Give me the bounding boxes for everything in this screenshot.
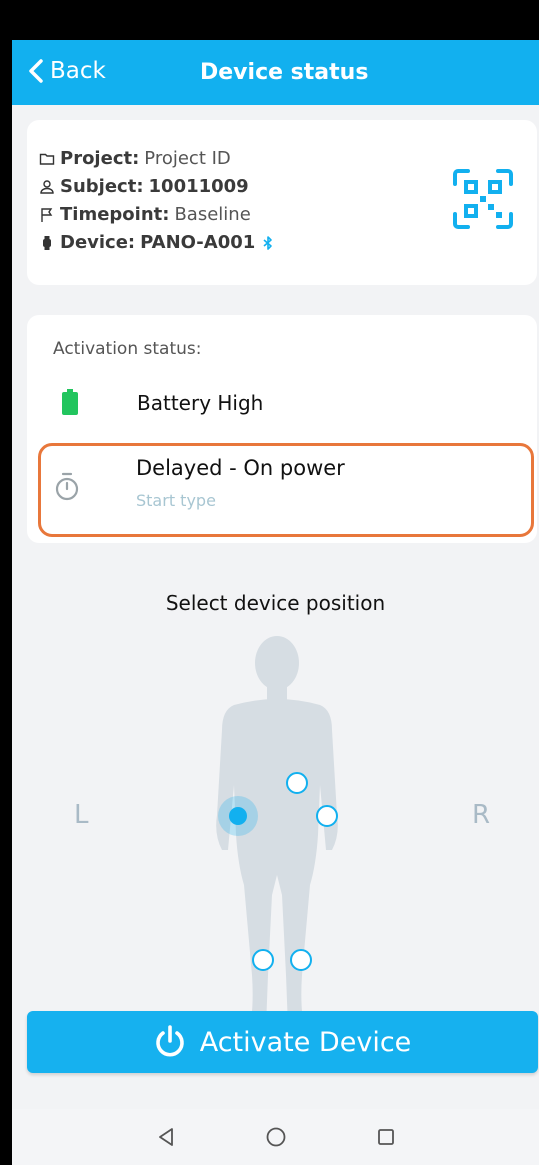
activation-status-label: Activation status: [53, 339, 202, 359]
timer-icon [55, 472, 79, 501]
subject-row: Subject: 10011009 [39, 176, 249, 197]
position-point-right-ankle[interactable] [290, 949, 312, 971]
device-row: Device: PANO-A001 [39, 232, 276, 253]
app-screen: Back Device status Project: Project ID S… [12, 40, 539, 1165]
project-row: Project: Project ID [39, 148, 231, 169]
start-type-label: Start type [136, 491, 216, 510]
bluetooth-icon [263, 235, 273, 250]
nav-back-icon[interactable] [155, 1126, 177, 1148]
position-point-right-wrist[interactable] [316, 805, 338, 827]
nav-recents-icon[interactable] [375, 1126, 397, 1148]
selected-dot [229, 807, 247, 825]
start-type-value: Delayed - On power [136, 456, 345, 480]
select-position-title: Select device position [165, 591, 386, 615]
position-point-left-wrist-selected[interactable] [218, 796, 258, 836]
back-button[interactable]: Back [26, 58, 106, 84]
power-icon [155, 1025, 184, 1057]
qr-code-icon[interactable] [452, 168, 514, 230]
watch-icon [43, 235, 51, 250]
battery-status-text: Battery High [137, 391, 264, 415]
timepoint-value: Baseline [174, 204, 251, 225]
project-value: Project ID [144, 148, 231, 169]
position-point-upper-right[interactable] [286, 772, 308, 794]
body-silhouette [216, 636, 338, 1027]
folder-icon [39, 153, 55, 165]
flag-icon [41, 207, 53, 222]
left-side-label: L [74, 800, 89, 830]
activate-device-button[interactable]: Activate Device [27, 1011, 538, 1073]
activate-device-label: Activate Device [199, 1026, 412, 1058]
right-side-label: R [472, 800, 491, 830]
subject-label: Subject: [60, 176, 144, 197]
battery-icon [62, 389, 78, 415]
device-label: Device: [60, 232, 136, 253]
subject-value: 10011009 [148, 176, 249, 197]
project-label: Project: [60, 148, 140, 169]
back-label: Back [50, 58, 106, 84]
position-point-left-ankle[interactable] [252, 949, 274, 971]
timepoint-label: Timepoint: [60, 204, 170, 225]
chevron-left-icon [29, 59, 43, 83]
timepoint-row: Timepoint: Baseline [39, 204, 251, 225]
person-icon [40, 179, 54, 194]
device-value: PANO-A001 [140, 232, 256, 253]
nav-home-icon[interactable] [265, 1126, 287, 1148]
system-navigation-bar [12, 1109, 539, 1165]
page-title: Device status [200, 60, 369, 85]
top-bar: Back Device status [12, 40, 539, 105]
